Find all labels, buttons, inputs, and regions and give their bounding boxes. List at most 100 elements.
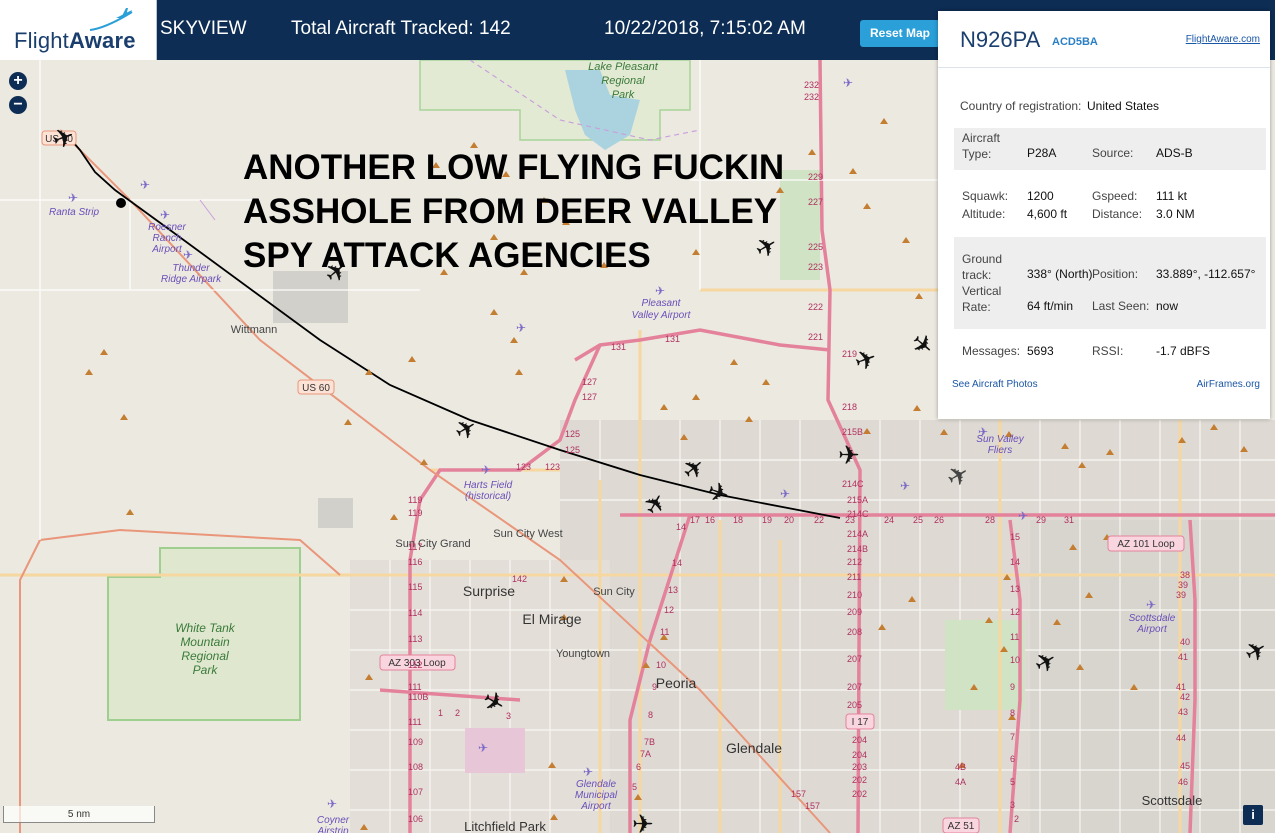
svg-text:✈: ✈ — [780, 487, 790, 501]
exit-number: 12 — [664, 605, 674, 615]
squawk-row: Squawk: 1200 Gspeed: 111 kt Altitude: 4,… — [954, 187, 1266, 227]
label-peoria: Peoria — [656, 675, 697, 691]
exit-number: 125 — [565, 445, 580, 455]
aircraft-hex: ACD5BA — [1052, 36, 1098, 48]
exit-number: 203 — [852, 762, 867, 772]
exit-number: 23 — [845, 515, 855, 525]
exit-number: 113 — [408, 634, 422, 644]
position-value: 33.889°, -112.657° — [1156, 267, 1256, 281]
exit-number: 123 — [545, 462, 560, 472]
exit-number: 207 — [847, 654, 862, 664]
exit-number: 3 — [506, 711, 511, 721]
exit-number: 205 — [847, 700, 862, 710]
exit-number: 127 — [582, 392, 597, 402]
svg-text:✈: ✈ — [481, 463, 491, 477]
label-roesner: Roesner Ranch Airport — [148, 222, 186, 255]
exit-number: 8 — [648, 710, 653, 720]
distance-value: 3.0 NM — [1156, 207, 1195, 221]
exit-number: 131 — [665, 334, 680, 344]
exit-number: 215A — [847, 495, 868, 505]
exit-number: 22 — [814, 515, 824, 525]
zoom-in-button[interactable]: + — [9, 72, 27, 90]
exit-number: 14 — [1010, 557, 1020, 567]
airframes-link[interactable]: AirFrames.org — [1197, 379, 1260, 390]
exit-number: 11 — [1010, 632, 1019, 642]
exit-number: 112 — [408, 660, 422, 670]
label-wittmann: Wittmann — [231, 324, 277, 336]
exit-number: 11 — [660, 627, 669, 637]
exit-number: 39 — [1178, 580, 1188, 590]
exit-number: 25 — [913, 515, 923, 525]
exit-number: 7B — [644, 737, 655, 747]
exit-number: 31 — [1064, 515, 1074, 525]
exit-number: 46 — [1178, 777, 1188, 787]
exit-number: 45 — [1180, 761, 1190, 771]
exit-number: 114 — [408, 608, 422, 618]
exit-number: 212 — [847, 557, 862, 567]
label-el-mirage: El Mirage — [522, 611, 581, 627]
exit-number: 214A — [847, 529, 868, 539]
exit-number: 204 — [852, 735, 867, 745]
exit-number: 116 — [408, 557, 422, 567]
exit-number: 211 — [847, 572, 861, 582]
label-sun-city-west: Sun City West — [493, 528, 563, 540]
app-name: SKYVIEW — [160, 18, 247, 39]
exit-number: 39 — [1176, 590, 1186, 600]
exit-number: 218 — [842, 402, 857, 412]
shield-i17: I 17 — [845, 713, 875, 730]
svg-text:✈: ✈ — [1146, 598, 1156, 612]
exit-number: 215B — [842, 427, 863, 437]
exit-number: 119 — [408, 495, 422, 505]
exit-number: 125 — [565, 429, 580, 439]
aircraft-tracked-count: Total Aircraft Tracked: 142 — [291, 18, 511, 39]
vertical-rate-value: 64 ft/min — [1027, 299, 1074, 313]
exit-number: 29 — [1036, 515, 1046, 525]
flightaware-logo[interactable]: FlightAware — [0, 0, 157, 60]
svg-text:✈: ✈ — [160, 208, 170, 222]
aircraft-ident: N926PA — [960, 27, 1041, 52]
exit-number: 157 — [805, 801, 820, 811]
svg-text:I 17: I 17 — [852, 717, 869, 728]
svg-text:✈: ✈ — [68, 191, 78, 205]
svg-text:✈: ✈ — [583, 765, 593, 779]
exit-number: 12 — [1010, 607, 1020, 617]
exit-number: 40 — [1180, 637, 1190, 647]
label-youngtown: Youngtown — [556, 648, 610, 660]
reset-map-button[interactable]: Reset Map — [860, 20, 940, 47]
messages-value: 5693 — [1027, 344, 1054, 358]
label-scottsdale: Scottsdale — [1142, 793, 1203, 808]
exit-number: 20 — [784, 515, 794, 525]
vertical-rate-label: Vertical Rate: — [962, 284, 1002, 314]
info-button[interactable]: i — [1243, 805, 1263, 825]
source-value: ADS-B — [1156, 146, 1193, 160]
exit-number: 5 — [1010, 777, 1015, 787]
altitude-label: Altitude: — [962, 207, 1006, 221]
zoom-out-button[interactable]: − — [9, 96, 27, 114]
flightaware-link[interactable]: FlightAware.com — [1186, 34, 1260, 45]
svg-text:✈: ✈ — [655, 284, 665, 298]
ground-track-label: Ground track: — [962, 252, 1003, 282]
exit-number: 1 — [438, 708, 443, 718]
exit-number: 123 — [516, 462, 531, 472]
exit-number: 3 — [1010, 800, 1015, 810]
svg-text:US 60: US 60 — [302, 383, 330, 394]
altitude-value: 4,600 ft — [1027, 207, 1068, 221]
overlay-caption: ANOTHER LOW FLYING FUCKIN ASSHOLE FROM D… — [243, 146, 843, 278]
exit-number: 44 — [1176, 733, 1186, 743]
exit-number: 110B — [408, 692, 428, 702]
aircraft-photos-link[interactable]: See Aircraft Photos — [952, 379, 1038, 390]
exit-number: 26 — [934, 515, 944, 525]
exit-number: 106 — [408, 814, 423, 824]
exit-number: 43 — [1178, 707, 1188, 717]
messages-label: Messages: — [962, 344, 1021, 358]
exit-number: 232 — [804, 92, 819, 102]
exit-number: 9 — [1010, 682, 1015, 692]
exit-number: 18 — [733, 515, 743, 525]
label-coyner: Coyner Airstrip — [316, 815, 349, 833]
exit-number: 4A — [955, 777, 966, 787]
aircraft-type-label: Aircraft Type: — [962, 131, 1001, 161]
exit-number: 24 — [884, 515, 894, 525]
track-marker — [116, 198, 126, 208]
exit-number: 38 — [1180, 570, 1190, 580]
exit-number: 202 — [852, 789, 867, 799]
